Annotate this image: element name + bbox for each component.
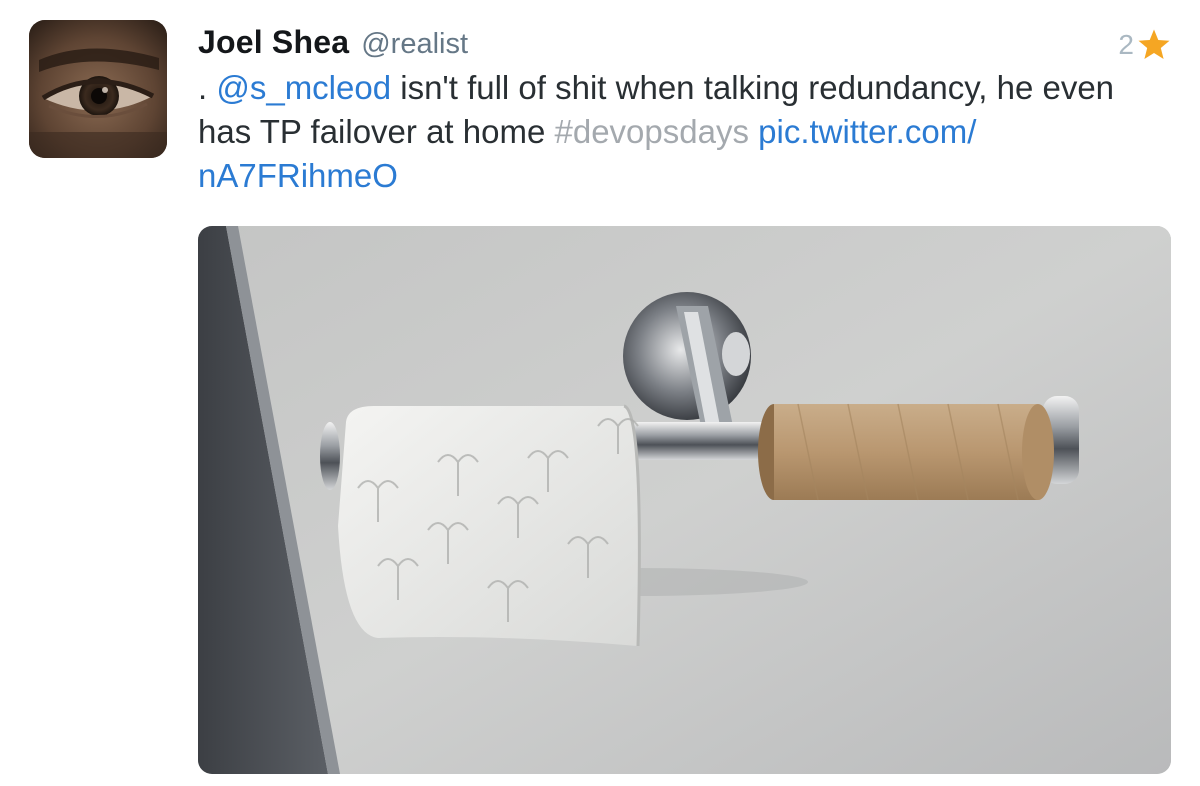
tweet-photo[interactable] xyxy=(198,226,1171,774)
tweet-text-space xyxy=(749,113,758,150)
author-display-name[interactable]: Joel Shea xyxy=(198,24,349,61)
media-link-part1: pic.twitter.com/ xyxy=(758,113,977,150)
favorite-count: 2 xyxy=(1118,29,1134,60)
favorite-indicator[interactable]: 2 xyxy=(1118,28,1172,62)
star-icon xyxy=(1138,29,1170,60)
author-handle[interactable]: @realist xyxy=(361,28,468,61)
tweet-text: . @s_mcleod isn't full of shit when talk… xyxy=(198,66,1168,198)
mention-link[interactable]: @s_mcleod xyxy=(216,69,391,106)
hashtag-link[interactable]: #devopsdays xyxy=(554,113,748,150)
tweet-text-prefix: . xyxy=(198,69,217,106)
author-avatar[interactable] xyxy=(29,20,167,158)
toilet-paper-holder-photo xyxy=(198,226,1171,774)
media-link-part2: nA7FRihmeO xyxy=(198,157,398,194)
tweet-card[interactable]: Joel Shea @realist 2 . @s_mcleod isn't f… xyxy=(0,0,1200,786)
avatar-image xyxy=(29,20,167,158)
tweet-header: Joel Shea @realist xyxy=(198,24,468,64)
